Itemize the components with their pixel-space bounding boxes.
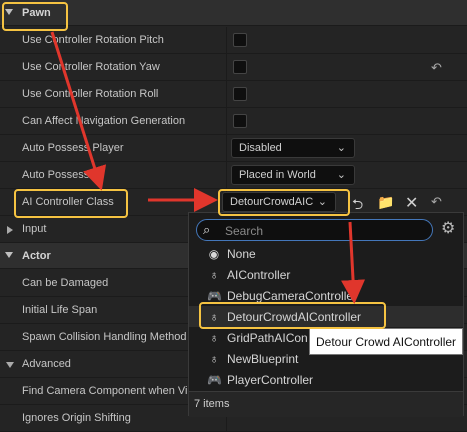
row-use-controller-rotation-pitch: Use Controller Rotation Pitch (0, 27, 467, 54)
row-can-affect-navigation: Can Affect Navigation Generation (0, 108, 467, 135)
row-auto-possess-ai: Auto Possess AI Placed in World ⌄ (0, 162, 467, 189)
column-divider (226, 135, 227, 162)
gear-icon[interactable]: ⚙ (441, 218, 455, 238)
browse-folder-icon[interactable]: 📁 (377, 194, 394, 211)
row-label: Auto Possess AI (22, 169, 103, 181)
list-item-playercontroller[interactable]: 🎮 PlayerController (189, 369, 463, 390)
list-item-label: AIController (227, 268, 291, 282)
reset-to-default-icon[interactable]: ↶ (431, 60, 442, 76)
expand-arrow-icon[interactable] (5, 252, 13, 258)
row-label: Use Controller Rotation Pitch (22, 34, 164, 46)
column-divider (226, 54, 227, 81)
circle-icon: ◉ (208, 247, 220, 261)
row-auto-possess-player: Auto Possess Player Disabled ⌄ (0, 135, 467, 162)
search-icon: ⌕ (203, 222, 211, 237)
yaw-checkbox[interactable] (233, 60, 247, 74)
annotation-box-ai-controller-class (14, 189, 128, 218)
row-label: Use Controller Rotation Roll (22, 88, 159, 100)
tooltip-text: Detour Crowd AIController (316, 335, 457, 349)
search-box[interactable]: ⌕ (196, 219, 433, 241)
column-divider (226, 162, 227, 189)
row-label: Spawn Collision Handling Method (22, 331, 187, 343)
expand-arrow-icon[interactable] (6, 362, 14, 368)
list-item-label: DebugCameraController (227, 289, 358, 303)
chevron-down-icon: ⌄ (336, 142, 346, 154)
list-item-none[interactable]: ◉ None (189, 243, 463, 264)
auto-possess-ai-combo[interactable]: Placed in World ⌄ (231, 165, 355, 185)
list-item-label: None (227, 247, 256, 261)
row-label: Can be Damaged (22, 277, 109, 289)
row-use-controller-rotation-roll: Use Controller Rotation Roll (0, 81, 467, 108)
row-use-controller-rotation-yaw: Use Controller Rotation Yaw ↶ (0, 54, 467, 81)
category-pawn[interactable]: Pawn (0, 0, 467, 26)
list-item-label: NewBlueprint (227, 352, 299, 366)
navigation-checkbox[interactable] (233, 114, 247, 128)
combo-value: Placed in World (239, 169, 316, 181)
list-item-label: PlayerController (227, 373, 314, 387)
controller-icon: ♁ (209, 268, 219, 282)
pitch-checkbox[interactable] (233, 33, 247, 47)
row-label: Input (22, 223, 47, 235)
item-count-footer: 7 items (189, 391, 463, 417)
row-label: Use Controller Rotation Yaw (22, 61, 160, 73)
category-actor-label: Actor (22, 250, 51, 262)
row-label: Initial Life Span (22, 304, 98, 316)
gamepad-icon: 🎮 (207, 289, 222, 303)
search-input[interactable] (223, 221, 427, 241)
row-label: Find Camera Component when View Target (22, 385, 188, 397)
auto-possess-player-combo[interactable]: Disabled ⌄ (231, 138, 355, 158)
annotation-box-pawn (2, 2, 68, 31)
column-divider (226, 108, 227, 135)
item-count: 7 items (194, 398, 230, 410)
chevron-down-icon: ⌄ (336, 169, 346, 181)
column-divider (226, 27, 227, 54)
roll-checkbox[interactable] (233, 87, 247, 101)
gamepad-icon: 🎮 (207, 373, 222, 387)
annotation-box-detour-item (199, 302, 386, 329)
list-item-label: GridPathAIController (227, 331, 307, 345)
combo-value: Disabled (239, 142, 282, 154)
column-divider (226, 81, 227, 108)
row-label: Ignores Origin Shifting (22, 412, 131, 424)
row-label: Auto Possess Player (22, 142, 124, 154)
annotation-box-class-combo (218, 189, 350, 216)
list-item-aicontroller[interactable]: ♁ AIController (189, 264, 463, 285)
controller-icon: ♁ (209, 352, 219, 366)
row-label: Advanced (22, 358, 71, 370)
item-tooltip: Detour Crowd AIController (309, 328, 463, 355)
reset-to-default-icon[interactable]: ↶ (431, 194, 442, 210)
collapse-arrow-icon[interactable] (7, 226, 13, 234)
row-label: Can Affect Navigation Generation (22, 115, 186, 127)
clear-icon[interactable]: ✕ (405, 193, 418, 213)
controller-icon: ♁ (209, 331, 219, 345)
